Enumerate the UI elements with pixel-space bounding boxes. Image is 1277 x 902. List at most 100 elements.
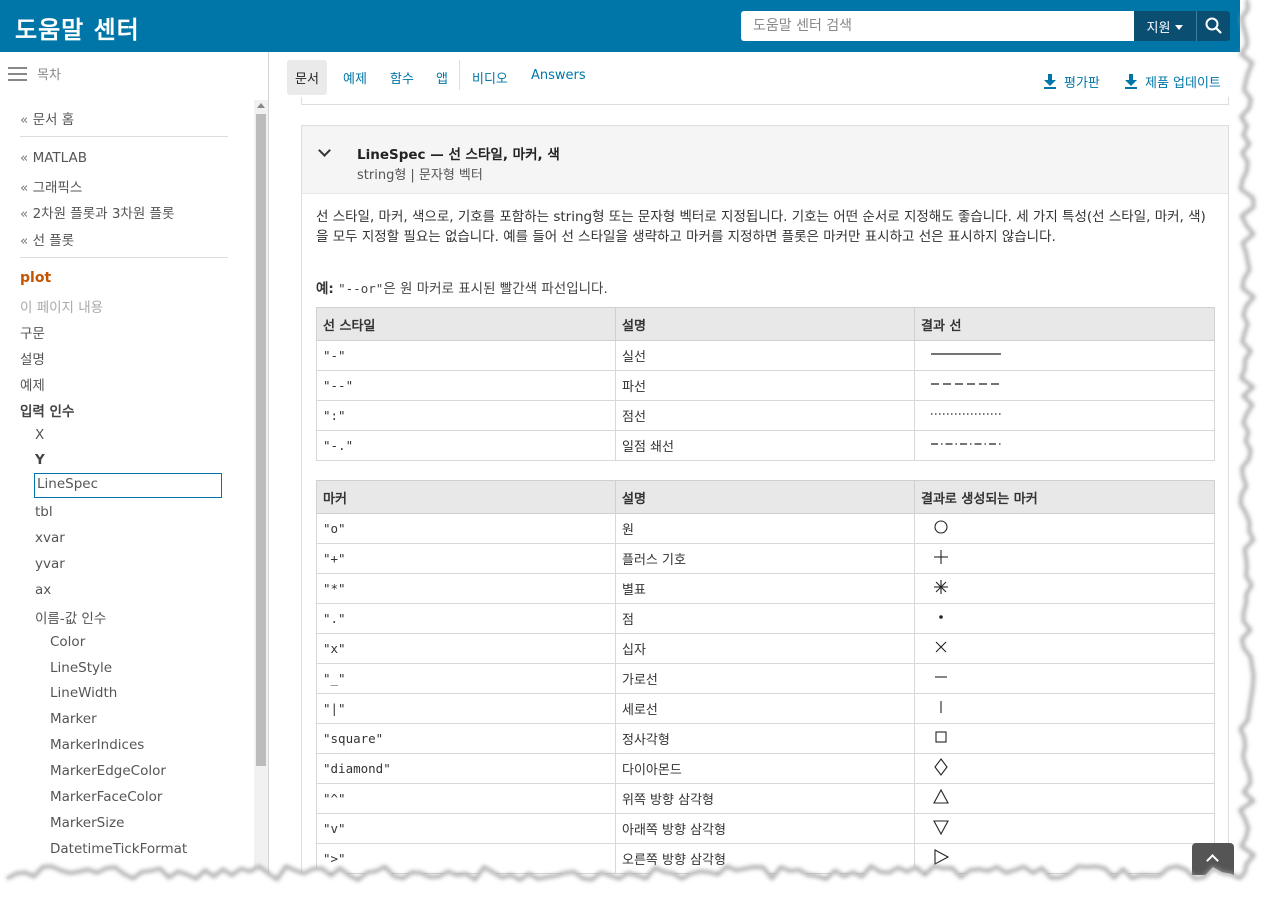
- line-style-result: [914, 370, 1215, 401]
- scroll-up-arrow-icon[interactable]: [257, 103, 265, 108]
- marker-description: 가로선: [615, 663, 915, 694]
- toc-toggle[interactable]: 목차: [8, 64, 61, 83]
- nav-divider: [20, 257, 228, 258]
- argument-title: LineSpec — 선 스타일, 마커, 색: [357, 147, 560, 163]
- product-updates-link[interactable]: 제품 업데이트: [1125, 72, 1221, 91]
- marker-result: [914, 813, 1215, 844]
- search-scope-label: 지원: [1146, 20, 1171, 36]
- nav-active-page[interactable]: plot: [20, 270, 51, 286]
- marker-result: [914, 603, 1215, 634]
- nav-nv-markerfacecolor[interactable]: MarkerFaceColor: [50, 789, 162, 805]
- triangle-up-marker-icon: [933, 788, 949, 804]
- trial-link[interactable]: 평가판: [1044, 72, 1100, 91]
- argument-description: 선 스타일, 마커, 색으로, 기호를 포함하는 string형 또는 문자형 …: [316, 209, 1206, 245]
- marker-result: [914, 693, 1215, 724]
- nav-crumb-2d-3d-plots[interactable]: 2차원 플롯과 3차원 플롯: [20, 202, 175, 222]
- marker-result: [914, 633, 1215, 664]
- marker-description: 점: [615, 603, 915, 634]
- triangle-right-marker-icon: [934, 848, 950, 865]
- nav-arg-x[interactable]: X: [35, 427, 44, 443]
- line-style-symbol: "--": [316, 370, 616, 401]
- download-icon: [1125, 74, 1137, 89]
- search-button[interactable]: [1196, 11, 1230, 41]
- nav-nv-linestyle[interactable]: LineStyle: [50, 660, 112, 676]
- tab-functions[interactable]: 함수: [390, 68, 414, 87]
- table-row: "-." 일점 쇄선: [316, 430, 1215, 461]
- back-to-top-button[interactable]: [1192, 843, 1234, 875]
- search-input[interactable]: [741, 11, 1134, 41]
- table-header: 결과 선: [914, 307, 1215, 341]
- nav-nv-datetimetickformat[interactable]: DatetimeTickFormat: [50, 841, 187, 857]
- line-style-result: [914, 430, 1215, 461]
- nav-nv-marker[interactable]: Marker: [50, 711, 97, 727]
- nav-arg-xvar[interactable]: xvar: [35, 530, 65, 546]
- line-style-description: 점선: [615, 400, 915, 431]
- nav-section-description[interactable]: 설명: [20, 348, 45, 368]
- nav-arg-y[interactable]: Y: [35, 452, 45, 468]
- diamond-marker-icon: [934, 757, 948, 776]
- table-row: "." 점: [316, 603, 1215, 634]
- marker-symbol: ".": [316, 603, 616, 634]
- nav-arg-yvar[interactable]: yvar: [35, 556, 65, 572]
- search-icon: [1205, 17, 1222, 34]
- marker-result: [914, 663, 1215, 694]
- marker-description: 다이아몬드: [615, 753, 915, 784]
- tab-documentation[interactable]: 문서: [287, 60, 327, 95]
- nav-divider: [20, 136, 228, 137]
- nav-doc-home[interactable]: 문서 홈: [20, 108, 75, 128]
- table-row: "_" 가로선: [316, 663, 1215, 694]
- trial-label: 평가판: [1064, 76, 1100, 91]
- nav-crumb-matlab[interactable]: MATLAB: [20, 150, 87, 166]
- nav-arg-tbl[interactable]: tbl: [35, 504, 53, 520]
- table-row: "x" 십자: [316, 633, 1215, 664]
- tab-apps[interactable]: 앱: [436, 68, 448, 87]
- nav-name-value-args[interactable]: 이름-값 인수: [35, 607, 106, 627]
- table-header-row: 선 스타일 설명 결과 선: [316, 307, 1215, 341]
- marker-symbol: "x": [316, 633, 616, 664]
- asterisk-marker-icon: [934, 579, 948, 594]
- marker-description: 오른쪽 방향 삼각형: [615, 843, 915, 874]
- nav-nv-color[interactable]: Color: [50, 634, 85, 650]
- nav-arg-ax[interactable]: ax: [35, 582, 51, 598]
- nav-nv-markerindices[interactable]: MarkerIndices: [50, 737, 144, 753]
- nav-crumb-line-plots[interactable]: 선 플롯: [20, 229, 75, 249]
- line-style-symbol: ":": [316, 400, 616, 431]
- tab-answers[interactable]: Answers: [531, 68, 586, 83]
- marker-result: [914, 843, 1215, 874]
- nav-section-examples[interactable]: 예제: [20, 374, 45, 394]
- line-style-description: 실선: [615, 340, 915, 371]
- nav-section-input-args[interactable]: 입력 인수: [20, 400, 74, 420]
- table-header: 선 스타일: [316, 307, 616, 341]
- line-style-sample-dashdot: [931, 443, 1001, 445]
- scrollbar-thumb[interactable]: [256, 114, 266, 766]
- nav-nv-linewidth[interactable]: LineWidth: [50, 685, 117, 701]
- marker-symbol: "^": [316, 783, 616, 814]
- table-row: "o" 원: [316, 513, 1215, 544]
- search-scope-dropdown[interactable]: 지원: [1134, 11, 1196, 41]
- example-label: 예:: [316, 281, 334, 297]
- nav-crumb-graphics[interactable]: 그래픽스: [20, 176, 83, 196]
- chevron-down-icon[interactable]: [318, 144, 331, 157]
- table-header: 결과로 생성되는 마커: [914, 480, 1215, 514]
- table-row: "v" 아래쪽 방향 삼각형: [316, 813, 1215, 844]
- table-row: "--" 파선: [316, 370, 1215, 401]
- tab-examples[interactable]: 예제: [343, 68, 367, 87]
- nav-nv-markersize[interactable]: MarkerSize: [50, 815, 124, 831]
- marker-result: [914, 753, 1215, 784]
- argument-datatype: string형 | 문자형 벡터: [357, 168, 483, 183]
- nav-nv-markeredgecolor[interactable]: MarkerEdgeColor: [50, 763, 166, 779]
- help-center-brand[interactable]: 도움말 센터: [15, 10, 140, 45]
- nav-section-syntax[interactable]: 구문: [20, 322, 45, 342]
- table-row: "*" 별표: [316, 573, 1215, 604]
- sidebar-scrollbar[interactable]: [254, 100, 268, 880]
- argument-header[interactable]: LineSpec — 선 스타일, 마커, 색 string형 | 문자형 벡터: [302, 126, 1228, 194]
- nav-arg-linespec[interactable]: LineSpec: [34, 473, 222, 498]
- point-marker-icon: [939, 614, 943, 619]
- line-style-description: 파선: [615, 370, 915, 401]
- download-icon: [1044, 74, 1056, 89]
- triangle-down-marker-icon: [933, 819, 949, 835]
- vline-marker-icon: [940, 700, 942, 713]
- marker-symbol: "square": [316, 723, 616, 754]
- product-updates-label: 제품 업데이트: [1145, 76, 1221, 91]
- tab-videos[interactable]: 비디오: [472, 68, 508, 87]
